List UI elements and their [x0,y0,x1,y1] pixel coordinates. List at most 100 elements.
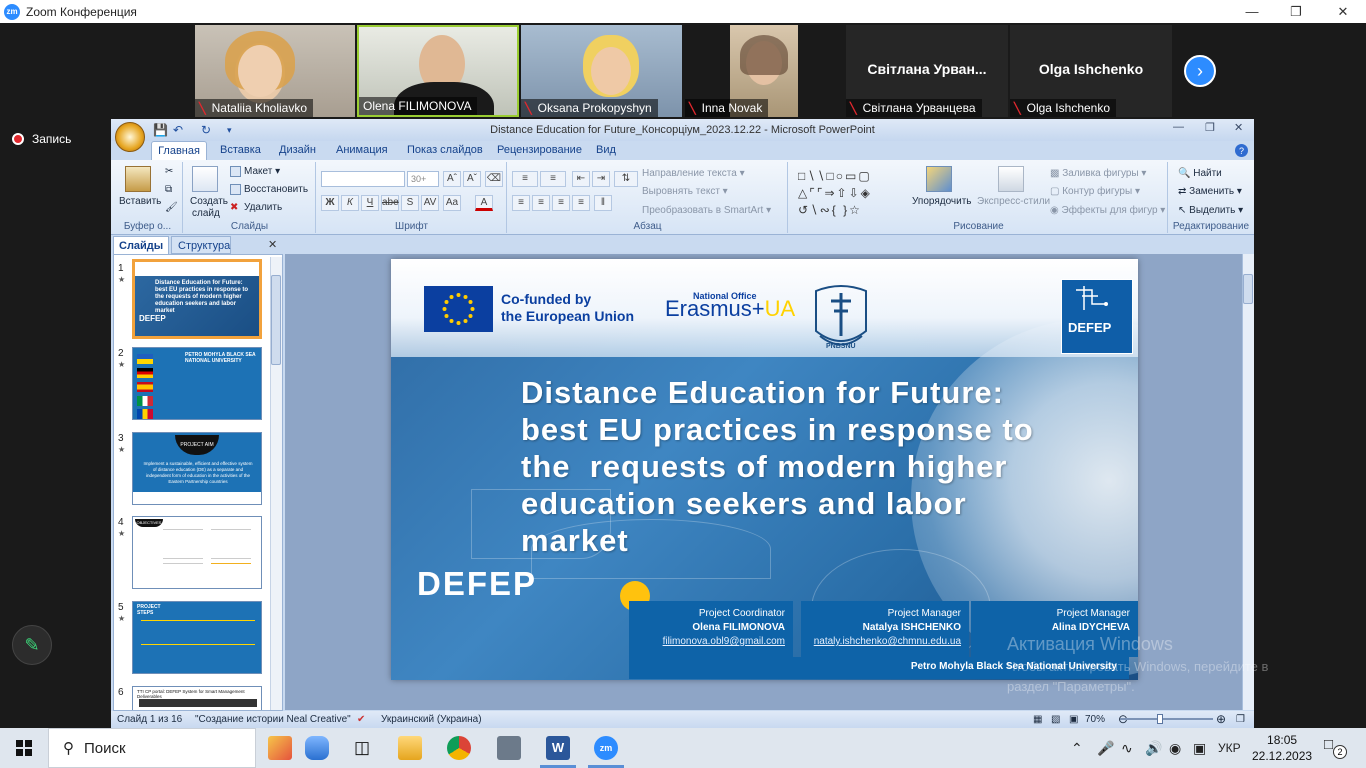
paste-button[interactable]: Вставить [119,196,161,207]
slide-thumbnail-2[interactable]: PETRO MOHYLA BLACK SEA NATIONAL UNIVERSI… [132,347,262,420]
zoom-slider[interactable] [1120,718,1213,720]
microphone-icon[interactable]: 🎤 [1097,740,1114,757]
qat-customize-icon[interactable]: ▾ [227,125,232,136]
zoom-level[interactable]: 70% [1085,714,1105,725]
font-color-icon[interactable]: A [475,195,493,211]
video-tile-off[interactable]: Світлана Урван... ╲ Світлана Урванцева [846,25,1008,117]
quick-styles-button[interactable]: Экспресс-стили [977,196,1050,207]
line-spacing-icon[interactable]: ⇅ [614,171,638,187]
align-left-icon[interactable]: ≡ [512,195,530,211]
slide-thumbnail-4[interactable]: OBJECTIVES [132,516,262,589]
shrink-font-icon[interactable]: Aˇ [463,171,481,187]
tab-view[interactable]: Вид [596,144,616,156]
slide-thumbnail-1[interactable]: Distance Education for Future: best EU p… [132,259,262,339]
align-center-icon[interactable]: ≡ [532,195,550,211]
network-icon[interactable]: ▣ [1193,740,1206,757]
recording-indicator[interactable]: Запись [12,132,71,146]
shadow-icon[interactable]: S [401,195,419,211]
redo-icon[interactable]: ↻ [201,123,211,137]
language-indicator[interactable]: Украинский (Украина) [381,714,482,725]
normal-view-icon[interactable]: ▦ [1033,714,1042,725]
italic-icon[interactable]: К [341,195,359,211]
zoom-in-icon[interactable]: ⊕ [1216,712,1226,726]
tab-insert[interactable]: Вставка [220,144,261,156]
align-text-button[interactable]: Выровнять текст ▾ [642,186,728,197]
slide-title[interactable]: Distance Education for Future: best EU p… [521,374,1111,559]
language-indicator[interactable]: УКР [1218,741,1241,755]
wifi-icon[interactable]: ∿ [1121,740,1133,757]
panel-close-icon[interactable]: ✕ [268,238,277,251]
select-button[interactable]: ↖ Выделить ▾ [1178,205,1243,216]
shapes-gallery[interactable]: □∖∖□○▭▢ △⌜⌜⇒⇧⇩◈ ↺∖∾{ }☆ [798,168,872,219]
slide-thumbnail-6[interactable]: TTI CP portal: DEFEP System for Smart Ma… [132,686,262,710]
tab-slideshow[interactable]: Показ слайдов [407,144,483,156]
slide-thumbnail-5[interactable]: PROJECT STEPS [132,601,262,674]
video-tile-off[interactable]: Olga Ishchenko ╲ Olga Ishchenko [1010,25,1172,117]
show-hidden-icons-chevron-up-icon[interactable]: ⌃ [1071,740,1083,757]
bullets-icon[interactable]: ≡ [512,171,538,187]
cut-icon[interactable]: ✂ [165,166,173,177]
layout-button[interactable]: Макет ▾ [230,166,280,177]
annotate-pencil-icon[interactable]: ✎ [12,625,52,665]
video-tile[interactable]: ╲ Oksana Prokopyshyn [521,25,682,117]
reset-button[interactable]: Восстановить [230,184,308,195]
ppt-minimize-button[interactable]: — [1173,121,1184,133]
office-button-icon[interactable] [115,122,145,152]
next-page-chevron-right-icon[interactable]: › [1184,55,1216,87]
slide-scrollbar[interactable] [1242,254,1254,710]
spellcheck-icon[interactable]: ✔ [357,714,365,725]
panel-scrollbar-thumb[interactable] [271,275,281,365]
tab-design[interactable]: Дизайн [279,144,316,156]
format-painter-icon[interactable]: 🖌 [165,202,178,213]
decrease-indent-icon[interactable]: ⇤ [572,171,590,187]
fit-window-icon[interactable]: ❐ [1236,714,1245,725]
delete-button[interactable]: ✖ Удалить [230,202,282,213]
people-app-icon[interactable] [305,736,329,760]
text-direction-button[interactable]: Направление текста ▾ [642,168,745,179]
tab-slides[interactable]: Слайды [113,236,169,254]
font-size-box[interactable]: 30+ [407,171,439,187]
font-name-box[interactable] [321,171,405,187]
slide-thumbnail-3[interactable]: PROJECT AIM Implement a sustainable, eff… [132,432,262,505]
new-slide-button[interactable]: Создать [190,196,228,207]
arrange-button[interactable]: Упорядочить [912,196,972,207]
start-windows-icon[interactable] [0,728,48,768]
chrome-icon[interactable] [447,736,471,760]
save-icon[interactable]: 💾 [153,123,168,137]
paint-app-icon[interactable] [268,736,292,760]
word-icon[interactable]: W [546,736,570,760]
zoom-slider-knob[interactable] [1157,714,1163,724]
columns-icon[interactable]: ‖ [594,195,612,211]
copy-icon[interactable]: ⧉ [165,184,172,195]
camera-icon[interactable]: ◉ [1169,740,1181,757]
grow-font-icon[interactable]: Aˆ [443,171,461,187]
bold-icon[interactable]: Ж [321,195,339,211]
tab-home[interactable]: Главная [151,141,207,160]
new-slide-button-label[interactable]: слайд [192,208,220,219]
task-view-icon[interactable]: ◫ [350,736,374,760]
ppt-restore-button[interactable]: ❐ [1205,121,1215,134]
strikethrough-icon[interactable]: abe [381,195,399,211]
help-icon[interactable]: ? [1235,144,1248,157]
tab-animation[interactable]: Анимация [336,144,388,156]
zoom-app-icon[interactable]: zm [594,736,618,760]
minimize-button[interactable]: — [1229,0,1275,23]
shape-fill-button[interactable]: ▩ Заливка фигуры ▾ [1050,168,1146,179]
shape-effects-button[interactable]: ◉ Эффекты для фигур ▾ [1050,205,1165,216]
change-case-icon[interactable]: Aa [443,195,461,211]
find-button[interactable]: 🔍 Найти [1178,168,1222,179]
ppt-close-button[interactable]: ✕ [1234,121,1243,134]
video-tile-active-speaker[interactable]: Olena FILIMONOVA [357,25,519,117]
maximize-button[interactable]: ❐ [1273,0,1319,23]
taskbar-search[interactable]: ⚲ Поиск [48,728,256,768]
video-tile[interactable]: ╲ Nataliia Kholiavko [195,25,355,117]
sorter-view-icon[interactable]: ▧ [1051,714,1060,725]
numbering-icon[interactable]: ≡ [540,171,566,187]
slide-canvas[interactable]: Co-funded by the European Union National… [391,259,1138,680]
increase-indent-icon[interactable]: ⇥ [592,171,610,187]
tab-outline[interactable]: Структура [171,236,231,254]
shape-outline-button[interactable]: ▢ Контур фигуры ▾ [1050,186,1140,197]
underline-icon[interactable]: Ч [361,195,379,211]
justify-icon[interactable]: ≡ [572,195,590,211]
close-button[interactable]: ✕ [1320,0,1366,23]
